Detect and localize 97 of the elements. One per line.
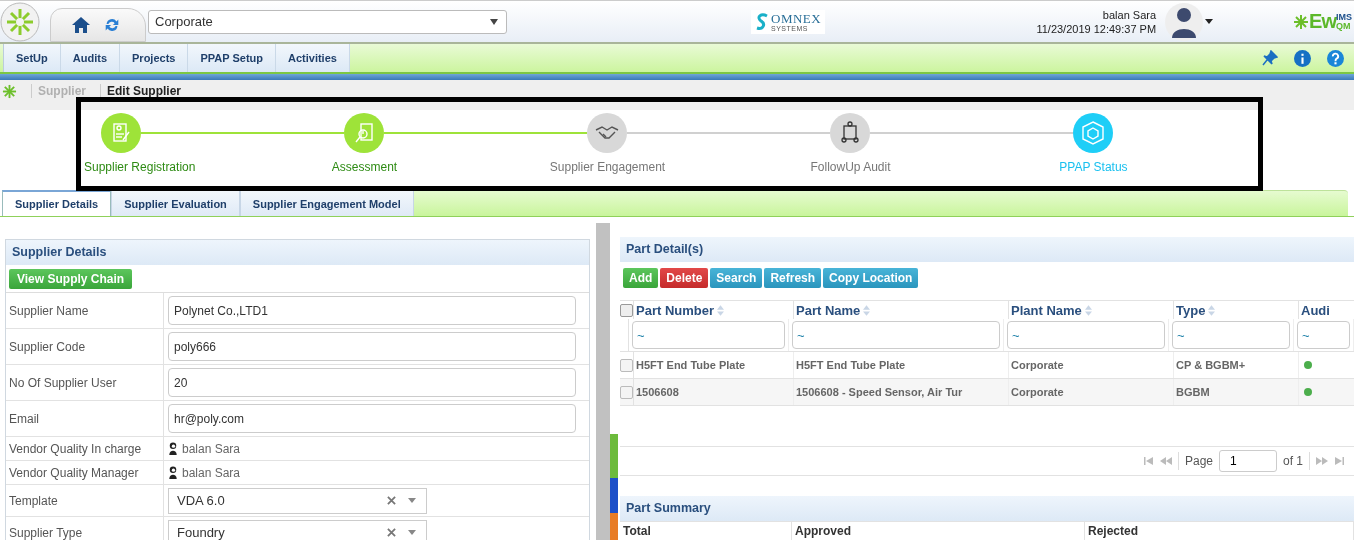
filter-field[interactable]: ~	[632, 321, 785, 349]
refresh-icon[interactable]	[103, 16, 121, 34]
info-icon[interactable]	[1294, 49, 1311, 67]
menu-tab[interactable]: Projects	[120, 44, 189, 72]
caret-icon	[408, 530, 416, 535]
menu-tab[interactable]: PPAP Setup	[188, 44, 276, 72]
step-label: PPAP Status	[1059, 160, 1128, 174]
field-label: Supplier Type	[6, 517, 164, 540]
sunburst-icon	[1293, 13, 1310, 30]
date-time: 11/23/2019 12:49:37 PM	[1036, 21, 1157, 36]
step-label: FollowUp Audit	[810, 160, 891, 174]
table-cell: H5FT End Tube Plate	[796, 359, 906, 371]
step-label: Assessment	[331, 160, 398, 174]
person-icon	[168, 442, 178, 455]
field-label: No Of Supplier User	[6, 365, 164, 400]
table-cell: Corporate	[1011, 386, 1064, 398]
panel-title: Part Detail(s)	[620, 237, 1354, 262]
brand-name: OMNEX	[771, 11, 822, 25]
column-header[interactable]: Part Name	[796, 302, 861, 318]
checkbox[interactable]	[620, 303, 633, 317]
menu-tab[interactable]: Activities	[276, 44, 350, 72]
checkbox[interactable]	[620, 358, 633, 372]
column-header: Rejected	[1088, 524, 1139, 538]
brand-mark-icon	[755, 12, 769, 31]
person-name: balan Sara	[182, 441, 241, 456]
pin-icon[interactable]	[1262, 50, 1278, 66]
input-field[interactable]: Polynet Co.,LTD1	[168, 296, 576, 325]
step-circle[interactable]	[830, 113, 870, 153]
clear-icon[interactable]	[387, 496, 396, 505]
product-logo-top: IMS	[1336, 12, 1352, 22]
step-circle[interactable]	[587, 113, 627, 153]
field-label: Vendor Quality Manager	[6, 461, 164, 484]
user-name: balan Sara	[1102, 7, 1157, 22]
breadcrumb-item: Edit Supplier	[107, 84, 182, 98]
column-header[interactable]: Audi	[1301, 302, 1330, 318]
column-header[interactable]: Part Number	[636, 302, 715, 318]
clear-icon[interactable]	[387, 528, 396, 537]
panel-title: Part Summary	[620, 496, 1354, 521]
tab[interactable]: Supplier Details	[2, 190, 112, 216]
table-cell: 1506608 - Speed Sensor, Air Tur	[796, 386, 963, 398]
input-field[interactable]: 20	[168, 368, 576, 397]
product-logo: Ew	[1309, 10, 1336, 33]
caret-icon[interactable]	[1205, 19, 1214, 24]
toolbar-button[interactable]: Delete	[660, 268, 709, 288]
column-header[interactable]: Type	[1176, 302, 1206, 318]
site-select[interactable]: Corporate	[148, 9, 507, 34]
last-page-icon[interactable]	[1334, 457, 1344, 465]
checkbox[interactable]	[620, 385, 633, 399]
table-cell: Corporate	[1011, 359, 1064, 371]
home-icon[interactable]	[71, 15, 91, 35]
sunburst-logo-icon[interactable]	[0, 1, 40, 42]
table-cell: CP & BGBM+	[1176, 359, 1246, 371]
input-field[interactable]: hr@poly.com	[168, 404, 576, 433]
table-cell: 1506608	[636, 386, 679, 398]
field-label: Email	[6, 401, 164, 436]
product-logo-bottom: QM	[1336, 21, 1351, 31]
field-label: Vendor Quality In charge	[6, 437, 164, 460]
help-icon[interactable]	[1327, 49, 1344, 67]
dropdown-field[interactable]: VDA 6.0	[168, 487, 427, 514]
sort-icon[interactable]	[717, 304, 725, 316]
column-header[interactable]: Plant Name	[1011, 302, 1082, 318]
page-total: of 1	[1283, 454, 1303, 468]
next-page-icon[interactable]	[1316, 457, 1328, 465]
person-name: balan Sara	[182, 465, 241, 480]
step-label: Supplier Registration	[84, 160, 196, 174]
column-header: Total	[623, 524, 651, 538]
menu-tab[interactable]: SetUp	[3, 44, 61, 72]
panel-title: Supplier Details	[6, 240, 589, 265]
menu-tab[interactable]: Audits	[60, 44, 120, 72]
tab[interactable]: Supplier Evaluation	[111, 190, 240, 216]
filter-field[interactable]: ~	[1172, 321, 1290, 349]
page-field[interactable]: 1	[1219, 450, 1277, 472]
table-cell: BGBM	[1176, 386, 1210, 398]
person-icon	[168, 466, 178, 479]
caret-icon	[490, 18, 498, 25]
tab[interactable]: Supplier Engagement Model	[239, 190, 414, 216]
sort-icon[interactable]	[1208, 304, 1216, 316]
scrollbar[interactable]	[596, 223, 610, 540]
dropdown-field[interactable]: Foundry	[168, 519, 427, 540]
field-label: Template	[6, 485, 164, 516]
field-label: Supplier Name	[6, 293, 164, 328]
page-label: Page	[1184, 454, 1213, 468]
table-cell: H5FT End Tube Plate	[636, 359, 746, 371]
field-label: Supplier Code	[6, 329, 164, 364]
first-page-icon[interactable]	[1143, 457, 1154, 465]
sort-icon[interactable]	[863, 304, 871, 316]
caret-icon	[408, 498, 416, 503]
filter-field[interactable]: ~	[1007, 321, 1165, 349]
previous-page-icon[interactable]	[1159, 457, 1172, 465]
sunburst-icon	[2, 84, 17, 99]
column-header: Approved	[795, 524, 851, 538]
avatar-icon[interactable]	[1164, 1, 1205, 42]
input-field[interactable]: poly666	[168, 332, 576, 361]
filter-field[interactable]: ~	[1297, 321, 1350, 349]
filter-field[interactable]: ~	[792, 321, 1000, 349]
step-label: Supplier Engagement	[549, 160, 666, 174]
sort-icon[interactable]	[1084, 304, 1092, 316]
